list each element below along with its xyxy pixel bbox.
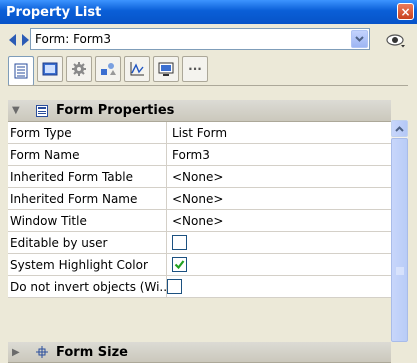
- scroll-thumb[interactable]: [391, 138, 408, 342]
- property-name: Do not invert objects (Wi...: [8, 276, 167, 297]
- resize-icon: [36, 346, 48, 358]
- property-name: Editable by user: [8, 232, 167, 253]
- invert-checkbox[interactable]: [167, 279, 182, 294]
- property-value: [167, 276, 391, 297]
- property-name: Inherited Form Name: [8, 188, 167, 209]
- eye-icon[interactable]: [386, 32, 406, 48]
- chart-icon: [130, 62, 144, 76]
- tab-display[interactable]: [153, 56, 179, 82]
- form-selector-dropdown[interactable]: Form: Form3: [30, 28, 370, 50]
- checkmark-icon: [174, 260, 185, 270]
- property-value: [167, 232, 391, 253]
- property-row-window-title[interactable]: Window Title <None>: [8, 210, 391, 232]
- property-value[interactable]: List Form: [167, 122, 391, 143]
- property-row-editable-by-user[interactable]: Editable by user: [8, 232, 391, 254]
- form-section-icon: [36, 104, 48, 117]
- dropdown-button[interactable]: [351, 30, 368, 48]
- navigate-arrows-icon[interactable]: [9, 33, 29, 47]
- grip-icon: [396, 267, 404, 275]
- scroll-up-button[interactable]: [391, 120, 408, 137]
- more-icon: ···: [188, 62, 202, 76]
- property-name: System Highlight Color: [8, 254, 167, 275]
- property-value: [167, 254, 391, 275]
- property-row-inherited-form-table[interactable]: Inherited Form Table <None>: [8, 166, 391, 188]
- title-bar: Property List ×: [0, 0, 417, 24]
- property-value[interactable]: <None>: [167, 188, 391, 209]
- property-name: Form Name: [8, 144, 167, 165]
- objects-icon: [101, 63, 116, 75]
- tab-chart[interactable]: [124, 56, 150, 82]
- chevron-up-icon: [395, 125, 404, 132]
- display-icon: [158, 62, 174, 76]
- expand-arrow-icon[interactable]: ▶: [12, 347, 28, 358]
- section-form-properties[interactable]: ▼ Form Properties: [8, 100, 391, 122]
- vertical-scrollbar[interactable]: [391, 120, 408, 342]
- form-selector-value: Form: Form3: [35, 32, 111, 46]
- tab-properties[interactable]: [8, 56, 34, 86]
- section-title: Form Properties: [56, 103, 175, 118]
- section-form-size[interactable]: ▶ Form Size: [8, 342, 391, 363]
- property-row-form-name[interactable]: Form Name Form3: [8, 144, 391, 166]
- property-row-inherited-form-name[interactable]: Inherited Form Name <None>: [8, 188, 391, 210]
- collapse-arrow-icon[interactable]: ▼: [12, 105, 28, 116]
- property-grid: Form Type List Form Form Name Form3 Inhe…: [8, 122, 391, 298]
- section-title: Form Size: [56, 344, 128, 360]
- property-row-do-not-invert[interactable]: Do not invert objects (Wi...: [8, 276, 391, 298]
- tab-form[interactable]: [37, 56, 63, 82]
- property-name: Inherited Form Table: [8, 166, 167, 187]
- gear-icon: [72, 62, 86, 76]
- property-name: Form Type: [8, 122, 167, 143]
- property-tabs-toolbar: ···: [8, 56, 211, 86]
- form-selector-row: Form: Form3: [0, 24, 417, 54]
- property-value[interactable]: Form3: [167, 144, 391, 165]
- property-row-form-type[interactable]: Form Type List Form: [8, 122, 391, 144]
- close-button[interactable]: ×: [397, 3, 414, 20]
- property-row-system-highlight-color[interactable]: System Highlight Color: [8, 254, 391, 276]
- properties-list-icon: [14, 63, 28, 79]
- window-title: Property List: [6, 4, 102, 20]
- toolbar-divider: [8, 85, 408, 86]
- chevron-down-icon: [355, 36, 364, 42]
- property-value[interactable]: <None>: [167, 210, 391, 231]
- close-icon: ×: [400, 4, 411, 19]
- property-value[interactable]: <None>: [167, 166, 391, 187]
- editable-checkbox[interactable]: [172, 235, 187, 250]
- property-name: Window Title: [8, 210, 167, 231]
- highlight-checkbox[interactable]: [172, 257, 187, 272]
- tab-objects[interactable]: [95, 56, 121, 82]
- tab-more[interactable]: ···: [182, 56, 208, 82]
- form-icon: [42, 62, 58, 76]
- tab-settings[interactable]: [66, 56, 92, 82]
